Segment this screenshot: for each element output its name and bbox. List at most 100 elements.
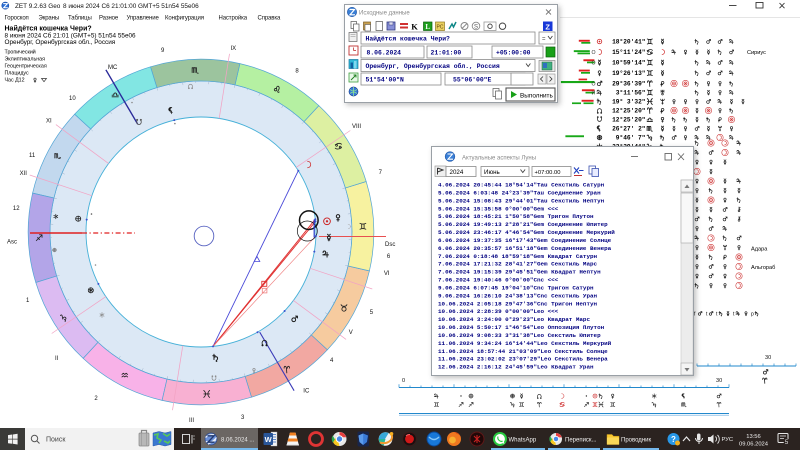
svg-text:Альгораб: Альгораб [751,265,775,271]
svg-text:Адара: Адара [751,247,768,253]
svg-text:Оренбург, Оренбургская обл., Р: Оренбург, Оренбургская обл., Россия [5,38,116,46]
svg-text:Настройка: Настройка [219,15,248,22]
svg-text:Проводник: Проводник [621,437,651,443]
svg-text:О: О [592,82,596,88]
svg-text:51°54′00″N: 51°54′00″N [366,76,405,84]
svg-text:10.06.2024 2:28:39 0°00′00″L: 10.06.2024 2:28:39 0°00′00″Leo <<< [438,308,559,315]
svg-text:19°26′13″: 19°26′13″ [612,70,645,77]
svg-text:+05:00:00: +05:00:00 [496,50,531,57]
svg-text:II: II [55,356,59,362]
svg-text:29°36′39″: 29°36′39″ [612,81,645,88]
svg-text:10.06.2024 9:08:33 3°31′38″L: 10.06.2024 9:08:33 3°31′38″Leo Секстиль … [438,332,601,339]
svg-text:5.06.2024 18:45:21 1°50′58″Ge: 5.06.2024 18:45:21 1°50′58″Gem Тригон Пл… [438,213,594,220]
svg-text:III: III [189,418,194,424]
svg-text:L: L [425,23,430,31]
svg-text:ZET 9.2.63 Geo: ZET 9.2.63 Geo [15,3,61,10]
svg-text:Экраны: Экраны [39,16,60,22]
svg-text:5.06.2024 19:49:13 2°28′21″Ge: 5.06.2024 19:49:13 2°28′21″Gem Соединени… [438,221,608,228]
svg-text:Справка: Справка [258,16,281,22]
svg-text:8.06.2024 ...: 8.06.2024 ... [221,437,255,443]
svg-text:Гороскоп: Гороскоп [5,16,29,22]
svg-text:13:56: 13:56 [746,434,761,440]
svg-text:9.06.2024 6:07:45 19°04′10″Cn: 9.06.2024 6:07:45 19°04′10″Cnc Тригон Са… [438,285,594,292]
svg-text:Dsc: Dsc [385,242,395,248]
svg-text:Сириус: Сириус [747,50,766,56]
svg-text:Час Д12: Час Д12 [5,78,25,84]
svg-text:Переписк...: Переписк... [565,437,597,443]
svg-text:30: 30 [765,355,771,361]
svg-text:10°59′14″: 10°59′14″ [612,60,645,67]
svg-text:10.06.2024 5:50:17 1°46′54″L: 10.06.2024 5:50:17 1°46′54″Leo Оппозиция… [438,324,605,331]
svg-text:9.06.2024 16:26:10 24°38′13″Cn: 9.06.2024 16:26:10 24°38′13″Cnc Секстиль… [438,292,598,299]
svg-text:7.06.2024 19:15:39 29°45′51″Ge: 7.06.2024 19:15:39 29°45′51″Gem Квадрат … [438,269,601,276]
svg-text:РС: РС [437,25,444,31]
svg-text:Z: Z [545,22,550,31]
svg-text:V: V [349,330,353,336]
svg-text:XI: XI [46,119,52,125]
svg-text:7.06.2024 19:40:46 0°00′00″Cn: 7.06.2024 19:40:46 0°00′00″Cnc <<< [438,277,559,284]
svg-text:11: 11 [29,153,36,159]
svg-text:7.06.2024 17:21:32 28°41′27″Ge: 7.06.2024 17:21:32 28°41′27″Gem Секстиль… [438,261,598,268]
svg-text:Поиск: Поиск [46,437,66,444]
svg-text:55°06′00″E: 55°06′00″E [453,76,492,84]
svg-text:5.06.2024 23:46:17 4°46′54″Ge: 5.06.2024 23:46:17 4°46′54″Gem Соединени… [438,229,615,236]
svg-text:Геоцентрическая: Геоцентрическая [5,64,47,70]
svg-text:5.06.2024 15:35:58 0°00′00″Ge: 5.06.2024 15:35:58 0°00′00″Gem <<< [438,205,559,212]
svg-text:W: W [265,435,273,444]
svg-text:11.06.2024 18:57:44 21°03′09″L: 11.06.2024 18:57:44 21°03′09″Leo Секстил… [438,348,608,355]
svg-text:И: И [592,91,596,97]
svg-text:Управление: Управление [127,16,160,22]
svg-text:Июнь: Июнь [484,169,500,176]
svg-text:15°11′24″: 15°11′24″ [612,49,645,56]
svg-text:0: 0 [402,378,405,384]
svg-text:MC: MC [108,65,118,71]
svg-text:09.06.2024: 09.06.2024 [739,442,769,448]
svg-text:WhatsApp: WhatsApp [509,437,537,443]
svg-text:8 июня 2024 C6 21:01:00 GMT+: 8 июня 2024 C6 21:01:00 GMT+5 51n54 55e0… [63,3,199,10]
svg-text:19° 3′32″: 19° 3′32″ [612,99,645,106]
svg-text:Таблицы: Таблицы [68,16,92,22]
svg-text:Найдётся кошечка Чери?: Найдётся кошечка Чери? [366,35,451,43]
svg-text:5.06.2024 6:03:48 24°23′39″Ta: 5.06.2024 6:03:48 24°23′39″Tau Соединени… [438,189,601,196]
svg-text:Разное: Разное [99,16,119,22]
svg-text:2024: 2024 [450,169,464,176]
svg-text:12°25′20″: 12°25′20″ [612,117,645,124]
svg-text:О: О [592,50,596,56]
svg-text:VI: VI [384,271,390,277]
svg-text:VIII: VIII [352,124,361,130]
svg-text:K: K [411,22,418,32]
svg-text:6.06.2024 19:37:35 16°17′43″Ge: 6.06.2024 19:37:35 16°17′43″Gem Соединен… [438,237,612,244]
svg-text:Оренбург, Оренбургская обл., Р: Оренбург, Оренбургская обл., Россия [366,62,500,70]
svg-text:12: 12 [13,206,20,212]
svg-text:Найдётся кошечка Чери?: Найдётся кошечка Чери? [5,24,92,32]
svg-text:Эклиптикальная: Эклиптикальная [5,57,46,63]
svg-text:5.06.2024 15:08:43 29°44′01″Ta: 5.06.2024 15:08:43 29°44′01″Tau Секстиль… [438,197,605,204]
svg-text:10: 10 [69,96,76,102]
svg-text:11.06.2024 23:02:02 23°07′29″L: 11.06.2024 23:02:02 23°07′29″Leo Секстил… [438,356,608,363]
svg-text:Тропический: Тропический [5,49,36,56]
svg-text:11.06.2024 9:34:24 16°14′44″L: 11.06.2024 9:34:24 16°14′44″Leo Секстиль… [438,340,612,347]
svg-text:S: S [474,25,478,31]
svg-text:Исходные данные: Исходные данные [359,11,410,17]
svg-text:Asc: Asc [7,240,17,246]
svg-text:РУС: РУС [722,437,734,443]
svg-text:4.06.2024 20:45:44 18°54′14″Ta: 4.06.2024 20:45:44 18°54′14″Tau Секстиль… [438,182,605,189]
svg-text:10.06.2024 2:05:18 29°47′36″C: 10.06.2024 2:05:18 29°47′36″Cnc Тригон Н… [438,300,598,307]
svg-text:8.06.2024: 8.06.2024 [367,50,402,57]
svg-text:Актуальные аспекты Луны: Актуальные аспекты Луны [462,156,536,162]
svg-text:Плацидус: Плацидус [5,71,30,77]
svg-text:О: О [592,61,596,67]
svg-text:12°25′20″: 12°25′20″ [612,108,645,115]
svg-text:7.06.2024 0:18:48 18°59′18″Ge: 7.06.2024 0:18:48 18°59′18″Gem Квадрат С… [438,253,598,260]
svg-text:26°27′ 2″: 26°27′ 2″ [612,126,645,133]
svg-text:Конфигурация: Конфигурация [165,16,204,22]
svg-text:+07:00.00: +07:00.00 [535,170,561,176]
svg-text:12.06.2024 2:16:12 24°45′59″L: 12.06.2024 2:16:12 24°45′59″Leo Квадрат … [438,364,594,371]
svg-text:30: 30 [716,378,722,384]
svg-text:3°11′56″: 3°11′56″ [616,90,646,97]
svg-text:p: p [751,312,754,318]
svg-text:10.06.2024 3:24:00 0°29′23″L: 10.06.2024 3:24:00 0°29′23″Leo Квадрат М… [438,316,590,323]
svg-text:21:01:00: 21:01:00 [431,50,462,57]
svg-text:9°46′ 7″: 9°46′ 7″ [616,135,646,142]
svg-text:XII: XII [20,171,28,177]
